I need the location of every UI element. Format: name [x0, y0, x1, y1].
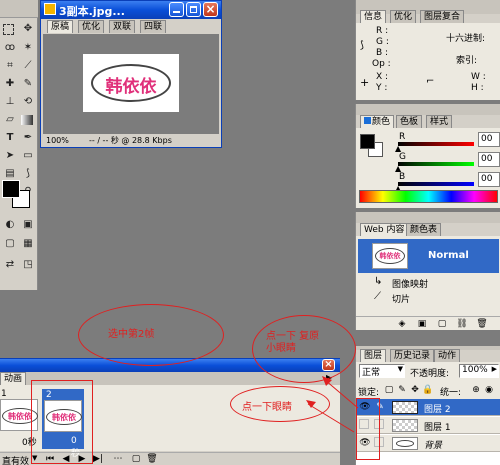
arrow-restore-line [324, 379, 359, 409]
arrow-eye-head [306, 400, 316, 408]
color-fg-swatch[interactable] [360, 134, 375, 149]
arrow-eye-line [307, 403, 355, 433]
annotation-arrows [306, 376, 359, 433]
foreground-color-swatch[interactable] [2, 180, 20, 198]
